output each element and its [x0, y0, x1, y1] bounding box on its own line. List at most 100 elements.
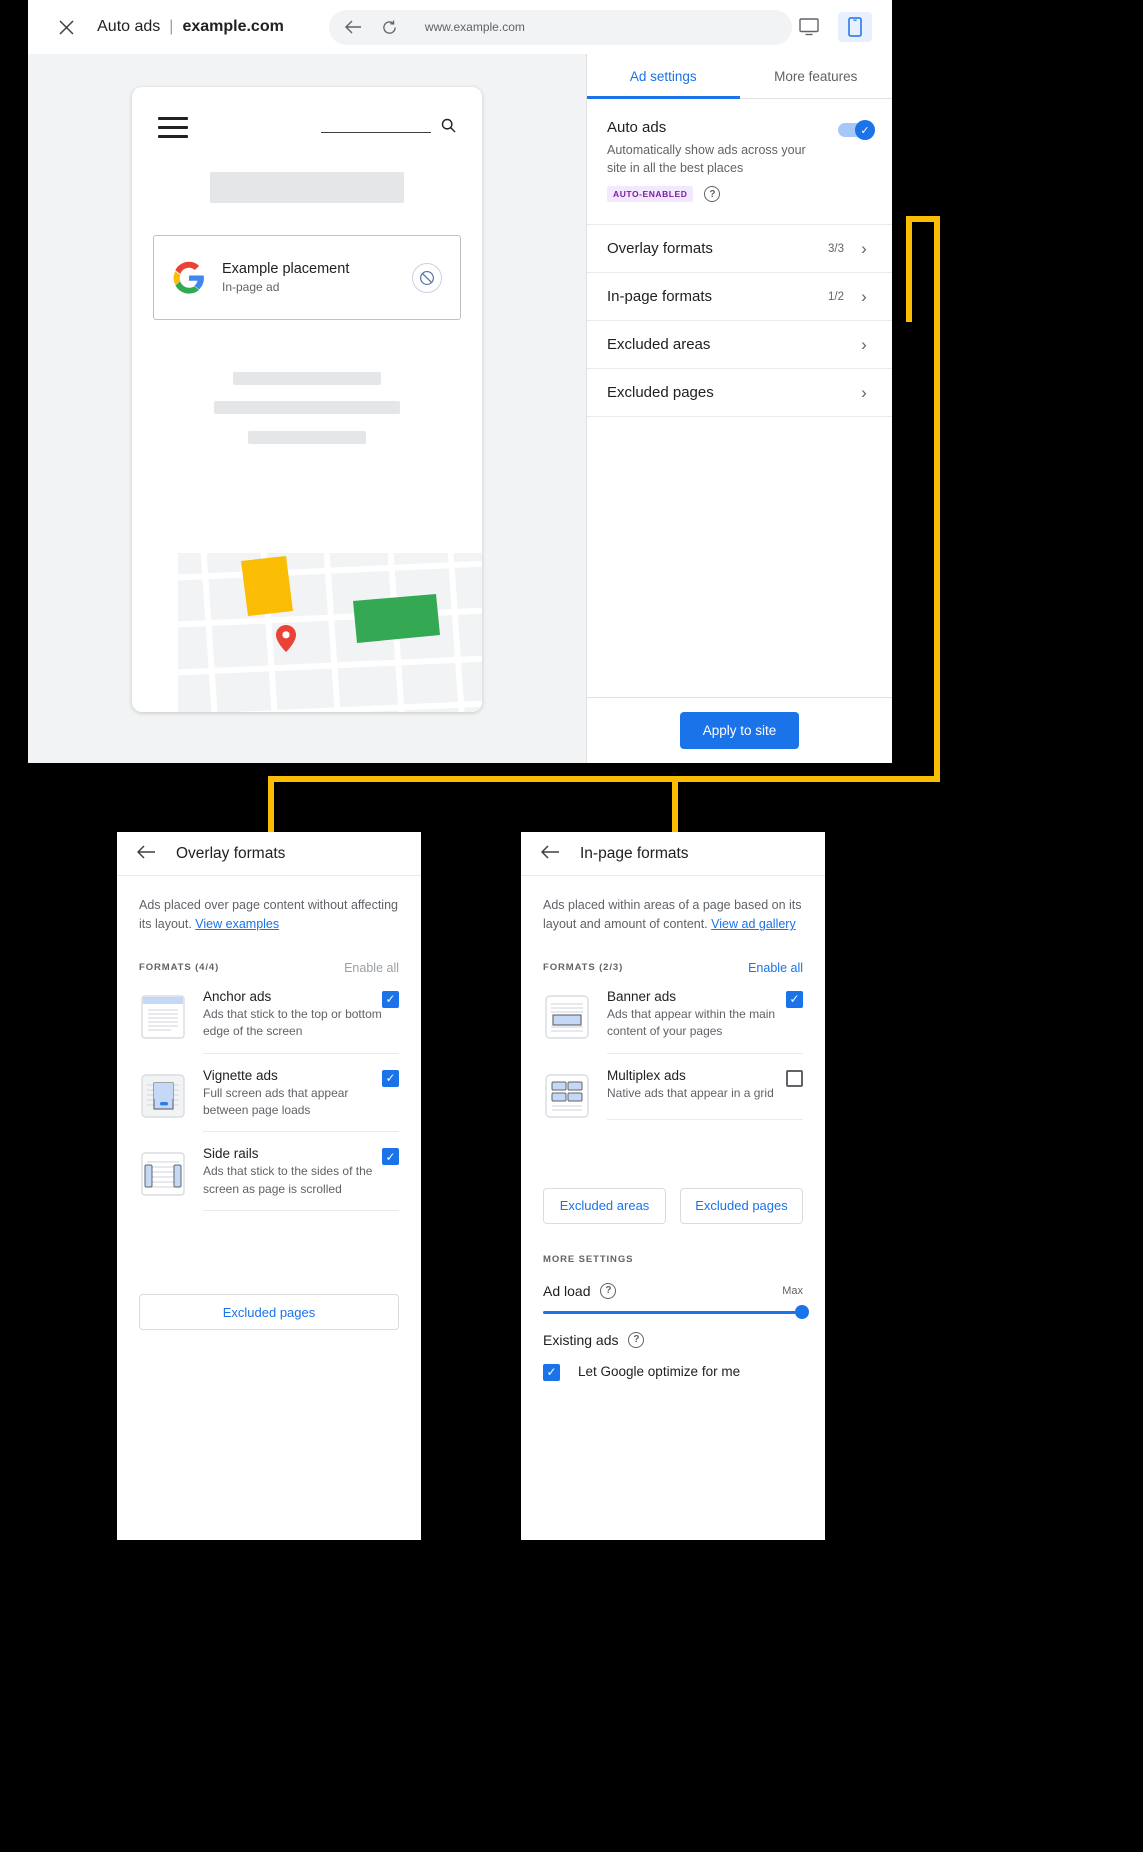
phone-mockup: Example placement In-page ad — [132, 87, 482, 712]
list-item[interactable]: Multiplex ads Native ads that appear in … — [543, 1054, 803, 1120]
sidebar-item-in-page-formats[interactable]: In-page formats 1/2 › — [587, 273, 892, 322]
chevron-right-icon: › — [861, 238, 867, 258]
back-arrow-icon[interactable] — [540, 844, 560, 864]
list-item[interactable]: Banner ads Ads that appear within the ma… — [543, 975, 803, 1054]
ad-settings-panel: Ad settings More features Auto ads Autom… — [586, 54, 892, 763]
format-description: Full screen ads that appear between page… — [203, 1085, 349, 1117]
auto-ads-section: Auto ads Automatically show ads across y… — [587, 99, 892, 226]
mock-text-block — [248, 431, 366, 444]
existing-ads-header: Existing ads ? — [521, 1314, 825, 1348]
format-description: Native ads that appear in a grid — [607, 1085, 774, 1100]
overlay-formats-card: Overlay formats Ads placed over page con… — [117, 832, 421, 1540]
excluded-pages-button[interactable]: Excluded pages — [139, 1294, 399, 1331]
in-page-formats-card: In-page formats Ads placed within areas … — [521, 832, 825, 1540]
site-domain: example.com — [182, 18, 284, 35]
row-label: In-page formats — [607, 288, 713, 306]
formats-count-label: FORMATS (4/4) — [139, 962, 220, 974]
anchor-ads-thumbnail — [139, 993, 187, 1041]
view-examples-link[interactable]: View examples — [195, 917, 279, 931]
search-icon[interactable] — [441, 118, 456, 137]
back-arrow-icon[interactable] — [136, 844, 156, 864]
apply-to-site-button[interactable]: Apply to site — [679, 712, 800, 749]
mock-text-block — [233, 372, 381, 385]
slider-handle[interactable] — [795, 1305, 809, 1320]
list-item-body: Banner ads Ads that appear within the ma… — [607, 989, 803, 1054]
enable-all-button[interactable]: Enable all — [748, 961, 803, 975]
format-checkbox-banner-ads[interactable]: ✓ — [786, 990, 803, 1008]
inpage-formats-list: Banner ads Ads that appear within the ma… — [521, 975, 825, 1120]
inpage-card-intro: Ads placed within areas of a page based … — [521, 876, 825, 935]
url-text: www.example.com — [424, 20, 525, 34]
help-circle-icon[interactable]: ? — [600, 1282, 617, 1299]
list-item[interactable]: Anchor ads Ads that stick to the top or … — [139, 975, 399, 1054]
browser-toolbar: Auto ads | example.com www.example.com — [28, 0, 892, 54]
mobile-preview-icon[interactable] — [838, 12, 872, 42]
ad-load-max-label: Max — [782, 1284, 803, 1297]
format-name: Vignette ads — [203, 1067, 278, 1083]
list-item[interactable]: Side rails Ads that stick to the sides o… — [139, 1132, 399, 1212]
list-item-body: Multiplex ads Native ads that appear in … — [607, 1068, 803, 1120]
sidebar-item-excluded-pages[interactable]: Excluded pages › — [587, 369, 892, 418]
example-placement-card[interactable]: Example placement In-page ad — [153, 235, 461, 320]
mock-map — [178, 553, 482, 712]
format-checkbox-vignette-ads[interactable]: ✓ — [382, 1069, 399, 1087]
format-checkbox-side-rails[interactable]: ✓ — [382, 1148, 399, 1166]
connector-bottom-horizontal — [268, 776, 940, 782]
search-underline — [321, 132, 431, 133]
ad-load-header: Ad load ? Max — [521, 1265, 825, 1299]
desktop-preview-icon[interactable] — [792, 12, 826, 42]
format-name: Side rails — [203, 1146, 259, 1162]
list-item-text: Multiplex ads Native ads that appear in … — [607, 1068, 786, 1107]
format-name: Anchor ads — [203, 988, 272, 1004]
tab-ad-settings[interactable]: Ad settings — [587, 54, 740, 99]
existing-ads-option[interactable]: ✓ Let Google optimize for me — [521, 1348, 825, 1381]
block-ad-icon[interactable] — [412, 262, 442, 293]
view-ad-gallery-link[interactable]: View ad gallery — [711, 917, 796, 931]
slider-track[interactable] — [543, 1305, 809, 1320]
auto-ads-title: Auto ads — [607, 119, 667, 136]
enable-all-button[interactable]: Enable all — [344, 961, 399, 975]
inpage-card-header: In-page formats — [521, 832, 825, 876]
help-circle-icon[interactable]: ? — [704, 186, 721, 203]
reload-icon[interactable] — [382, 20, 397, 35]
overlay-card-header: Overlay formats — [117, 832, 421, 876]
panel-spacer — [587, 417, 892, 697]
inpage-card-gap — [521, 1120, 825, 1188]
screenshot-root: Auto ads | example.com www.example.com E… — [0, 0, 1143, 1852]
auto-ads-toggle[interactable]: ✓ — [838, 120, 875, 140]
back-arrow-icon[interactable] — [344, 20, 362, 34]
existing-ads-title: Existing ads — [543, 1331, 619, 1348]
side-rails-thumbnail — [139, 1150, 187, 1198]
format-checkbox-anchor-ads[interactable]: ✓ — [382, 990, 399, 1008]
ad-load-slider[interactable] — [521, 1299, 825, 1320]
overlay-formats-list: Anchor ads Ads that stick to the top or … — [117, 975, 421, 1212]
excluded-areas-button[interactable]: Excluded areas — [543, 1187, 666, 1224]
site-preview-pane: Example placement In-page ad — [28, 54, 586, 763]
toggle-knob-check-icon: ✓ — [855, 120, 875, 140]
address-bar[interactable]: www.example.com — [328, 9, 792, 45]
banner-ads-thumbnail — [543, 993, 591, 1041]
browser-content: Example placement In-page ad Ad settings… — [28, 54, 892, 763]
list-item-body: Anchor ads Ads that stick to the top or … — [203, 989, 399, 1054]
chevron-right-icon: › — [861, 286, 867, 306]
format-name: Multiplex ads — [607, 1067, 686, 1083]
auto-ads-description: Automatically show ads across your site … — [607, 143, 806, 176]
hamburger-menu-icon[interactable] — [158, 117, 188, 138]
window-title: Auto ads | example.com — [97, 18, 284, 36]
title-separator: | — [169, 18, 174, 35]
format-checkbox-multiplex-ads[interactable] — [786, 1069, 803, 1087]
inpage-formats-header: FORMATS (2/3) Enable all — [521, 935, 825, 975]
ad-load-title: Ad load — [543, 1282, 591, 1299]
tab-more-features[interactable]: More features — [740, 54, 893, 98]
auto-ads-meta: AUTO-ENABLED ? — [607, 186, 838, 203]
mock-search[interactable] — [321, 118, 456, 137]
page-title: Overlay formats — [176, 844, 286, 862]
list-item[interactable]: Vignette ads Full screen ads that appear… — [139, 1054, 399, 1133]
help-circle-icon[interactable]: ? — [628, 1331, 645, 1348]
excluded-pages-button[interactable]: Excluded pages — [680, 1187, 803, 1224]
close-icon[interactable] — [52, 12, 81, 42]
sidebar-item-overlay-formats[interactable]: Overlay formats 3/3 › — [587, 225, 892, 274]
row-count: 1/2 — [828, 290, 844, 303]
let-google-optimize-checkbox[interactable]: ✓ — [543, 1363, 560, 1381]
sidebar-item-excluded-areas[interactable]: Excluded areas › — [587, 321, 892, 370]
